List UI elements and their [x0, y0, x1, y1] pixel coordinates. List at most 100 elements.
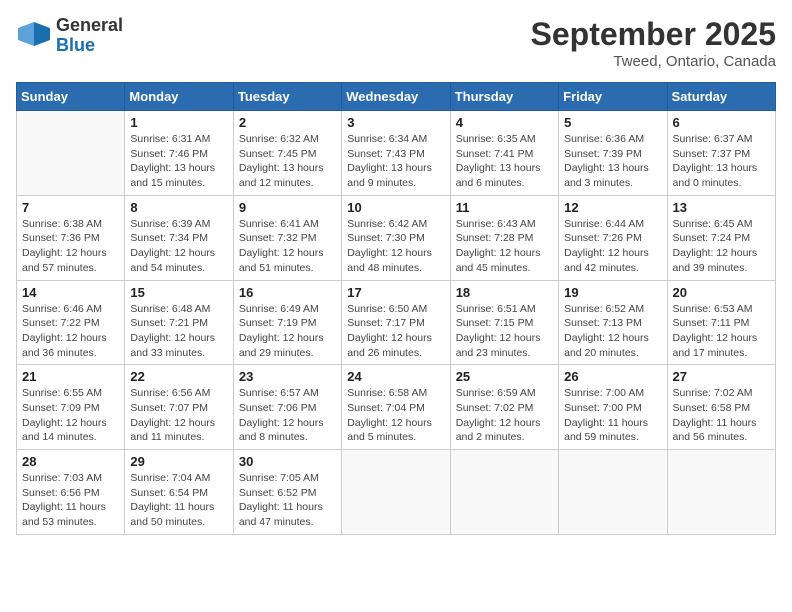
- calendar-cell: 17Sunrise: 6:50 AMSunset: 7:17 PMDayligh…: [342, 280, 450, 365]
- day-number: 3: [347, 115, 444, 130]
- day-info: Sunrise: 6:45 AMSunset: 7:24 PMDaylight:…: [673, 217, 770, 276]
- day-number: 6: [673, 115, 770, 130]
- day-info: Sunrise: 7:05 AMSunset: 6:52 PMDaylight:…: [239, 471, 336, 530]
- calendar-cell: 9 Sunrise: 6:41 AMSunset: 7:32 PMDaylight…: [233, 195, 341, 280]
- location-title: Tweed, Ontario, Canada: [531, 53, 776, 70]
- day-info: Sunrise: 6:53 AMSunset: 7:11 PMDaylight:…: [673, 302, 770, 361]
- day-info: Sunrise: 6:36 AMSunset: 7:39 PMDaylight:…: [564, 132, 661, 191]
- day-info: Sunrise: 6:32 AMSunset: 7:45 PMDaylight:…: [239, 132, 336, 191]
- day-number: 10: [347, 200, 444, 215]
- calendar-cell: 19 Sunrise: 6:52 AMSunset: 7:13 PMDayligh…: [559, 280, 667, 365]
- day-info: Sunrise: 6:37 AMSunset: 7:37 PMDaylight:…: [673, 132, 770, 191]
- calendar-week-2: 7Sunrise: 6:38 AMSunset: 7:36 PMDaylight…: [17, 195, 776, 280]
- day-info: Sunrise: 6:46 AMSunset: 7:22 PMDaylight:…: [22, 302, 119, 361]
- day-info: Sunrise: 6:34 AMSunset: 7:43 PMDaylight:…: [347, 132, 444, 191]
- calendar-week-3: 14 Sunrise: 6:46 AMSunset: 7:22 PMDayligh…: [17, 280, 776, 365]
- title-section: September 2025 Tweed, Ontario, Canada: [531, 16, 776, 70]
- day-number: 1: [130, 115, 227, 130]
- day-info: Sunrise: 6:51 AMSunset: 7:15 PMDaylight:…: [456, 302, 553, 361]
- day-info: Sunrise: 7:02 AMSunset: 6:58 PMDaylight:…: [673, 386, 770, 445]
- day-info: Sunrise: 6:57 AMSunset: 7:06 PMDaylight:…: [239, 386, 336, 445]
- day-number: 20: [673, 285, 770, 300]
- day-info: Sunrise: 6:35 AMSunset: 7:41 PMDaylight:…: [456, 132, 553, 191]
- day-number: 16: [239, 285, 336, 300]
- day-info: Sunrise: 6:44 AMSunset: 7:26 PMDaylight:…: [564, 217, 661, 276]
- day-info: Sunrise: 6:52 AMSunset: 7:13 PMDaylight:…: [564, 302, 661, 361]
- day-number: 14: [22, 285, 119, 300]
- logo-text-group: General Blue: [56, 16, 123, 56]
- weekday-header-monday: Monday: [125, 83, 233, 111]
- day-info: Sunrise: 6:48 AMSunset: 7:21 PMDaylight:…: [130, 302, 227, 361]
- calendar-table: SundayMondayTuesdayWednesdayThursdayFrid…: [16, 82, 776, 535]
- day-info: Sunrise: 6:50 AMSunset: 7:17 PMDaylight:…: [347, 302, 444, 361]
- logo-icon: [16, 18, 52, 54]
- day-info: Sunrise: 6:31 AMSunset: 7:46 PMDaylight:…: [130, 132, 227, 191]
- day-number: 22: [130, 369, 227, 384]
- calendar-cell: 7Sunrise: 6:38 AMSunset: 7:36 PMDaylight…: [17, 195, 125, 280]
- calendar-cell: 3 Sunrise: 6:34 AMSunset: 7:43 PMDaylight…: [342, 111, 450, 196]
- day-number: 9: [239, 200, 336, 215]
- calendar-cell: 6 Sunrise: 6:37 AMSunset: 7:37 PMDaylight…: [667, 111, 775, 196]
- logo-line1: General: [56, 16, 123, 36]
- calendar-cell: 29 Sunrise: 7:04 AMSunset: 6:54 PMDayligh…: [125, 450, 233, 535]
- day-number: 27: [673, 369, 770, 384]
- day-number: 13: [673, 200, 770, 215]
- day-number: 8: [130, 200, 227, 215]
- calendar-cell: 20 Sunrise: 6:53 AMSunset: 7:11 PMDayligh…: [667, 280, 775, 365]
- calendar-week-1: 1 Sunrise: 6:31 AMSunset: 7:46 PMDaylight…: [17, 111, 776, 196]
- day-number: 23: [239, 369, 336, 384]
- weekday-header-friday: Friday: [559, 83, 667, 111]
- day-number: 25: [456, 369, 553, 384]
- calendar-cell: [559, 450, 667, 535]
- day-number: 26: [564, 369, 661, 384]
- calendar-cell: 24Sunrise: 6:58 AMSunset: 7:04 PMDayligh…: [342, 365, 450, 450]
- calendar-cell: 10Sunrise: 6:42 AMSunset: 7:30 PMDayligh…: [342, 195, 450, 280]
- calendar-cell: 27 Sunrise: 7:02 AMSunset: 6:58 PMDayligh…: [667, 365, 775, 450]
- day-number: 28: [22, 454, 119, 469]
- calendar-cell: 30 Sunrise: 7:05 AMSunset: 6:52 PMDayligh…: [233, 450, 341, 535]
- calendar-cell: 1 Sunrise: 6:31 AMSunset: 7:46 PMDaylight…: [125, 111, 233, 196]
- calendar-cell: 2 Sunrise: 6:32 AMSunset: 7:45 PMDaylight…: [233, 111, 341, 196]
- day-info: Sunrise: 7:00 AMSunset: 7:00 PMDaylight:…: [564, 386, 661, 445]
- day-info: Sunrise: 6:41 AMSunset: 7:32 PMDaylight:…: [239, 217, 336, 276]
- day-info: Sunrise: 6:55 AMSunset: 7:09 PMDaylight:…: [22, 386, 119, 445]
- calendar-cell: 8Sunrise: 6:39 AMSunset: 7:34 PMDaylight…: [125, 195, 233, 280]
- day-info: Sunrise: 6:43 AMSunset: 7:28 PMDaylight:…: [456, 217, 553, 276]
- day-info: Sunrise: 7:04 AMSunset: 6:54 PMDaylight:…: [130, 471, 227, 530]
- calendar-cell: 21 Sunrise: 6:55 AMSunset: 7:09 PMDayligh…: [17, 365, 125, 450]
- day-number: 19: [564, 285, 661, 300]
- day-info: Sunrise: 6:59 AMSunset: 7:02 PMDaylight:…: [456, 386, 553, 445]
- calendar-cell: 25 Sunrise: 6:59 AMSunset: 7:02 PMDayligh…: [450, 365, 558, 450]
- day-info: Sunrise: 6:56 AMSunset: 7:07 PMDaylight:…: [130, 386, 227, 445]
- weekday-header-wednesday: Wednesday: [342, 83, 450, 111]
- calendar-cell: [450, 450, 558, 535]
- weekday-header-tuesday: Tuesday: [233, 83, 341, 111]
- weekday-header-saturday: Saturday: [667, 83, 775, 111]
- day-number: 29: [130, 454, 227, 469]
- calendar-cell: [17, 111, 125, 196]
- day-number: 24: [347, 369, 444, 384]
- day-info: Sunrise: 7:03 AMSunset: 6:56 PMDaylight:…: [22, 471, 119, 530]
- calendar-cell: 16Sunrise: 6:49 AMSunset: 7:19 PMDayligh…: [233, 280, 341, 365]
- calendar-header-row: SundayMondayTuesdayWednesdayThursdayFrid…: [17, 83, 776, 111]
- day-number: 30: [239, 454, 336, 469]
- day-number: 11: [456, 200, 553, 215]
- calendar-cell: 23 Sunrise: 6:57 AMSunset: 7:06 PMDayligh…: [233, 365, 341, 450]
- logo-line2: Blue: [56, 36, 95, 56]
- logo: General Blue: [16, 16, 123, 56]
- calendar-cell: 4 Sunrise: 6:35 AMSunset: 7:41 PMDaylight…: [450, 111, 558, 196]
- day-number: 12: [564, 200, 661, 215]
- day-number: 21: [22, 369, 119, 384]
- calendar-cell: [342, 450, 450, 535]
- calendar-cell: 5 Sunrise: 6:36 AMSunset: 7:39 PMDaylight…: [559, 111, 667, 196]
- day-number: 4: [456, 115, 553, 130]
- day-number: 7: [22, 200, 119, 215]
- calendar-cell: 12 Sunrise: 6:44 AMSunset: 7:26 PMDayligh…: [559, 195, 667, 280]
- month-title: September 2025: [531, 16, 776, 53]
- day-number: 2: [239, 115, 336, 130]
- calendar-cell: 22 Sunrise: 6:56 AMSunset: 7:07 PMDayligh…: [125, 365, 233, 450]
- calendar-cell: 14 Sunrise: 6:46 AMSunset: 7:22 PMDayligh…: [17, 280, 125, 365]
- day-number: 5: [564, 115, 661, 130]
- day-number: 18: [456, 285, 553, 300]
- calendar-week-5: 28 Sunrise: 7:03 AMSunset: 6:56 PMDayligh…: [17, 450, 776, 535]
